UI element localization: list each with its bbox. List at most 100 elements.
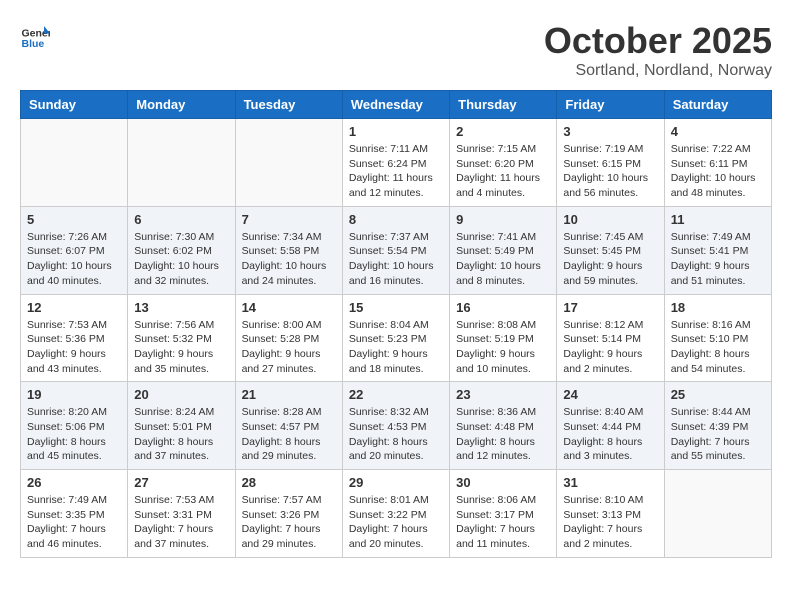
day-detail: Sunrise: 8:28 AM Sunset: 4:57 PM Dayligh… [242,405,336,464]
day-number: 21 [242,387,336,402]
logo-icon: General Blue [20,20,50,50]
day-number: 27 [134,475,228,490]
day-number: 7 [242,212,336,227]
calendar-day: 29 Sunrise: 8:01 AM Sunset: 3:22 PM Dayli… [342,470,449,558]
day-detail: Sunrise: 7:49 AM Sunset: 5:41 PM Dayligh… [671,230,765,289]
weekday-header-sunday: Sunday [21,91,128,119]
day-detail: Sunrise: 7:30 AM Sunset: 6:02 PM Dayligh… [134,230,228,289]
calendar-week-row: 26Sunrise: 7:49 AM Sunset: 3:35 PM Dayli… [21,470,772,558]
day-number: 16 [456,300,550,315]
calendar-day: 10Sunrise: 7:45 AM Sunset: 5:45 PM Dayli… [557,206,664,294]
day-detail: Sunrise: 8:32 AM Sunset: 4:53 PM Dayligh… [349,405,443,464]
day-number: 12 [27,300,121,315]
day-detail: Sunrise: 8:06 AM Sunset: 3:17 PM Dayligh… [456,493,550,552]
day-detail: Sunrise: 7:56 AM Sunset: 5:32 PM Dayligh… [134,318,228,377]
day-detail: Sunrise: 8:12 AM Sunset: 5:14 PM Dayligh… [563,318,657,377]
day-detail: Sunrise: 7:53 AM Sunset: 5:36 PM Dayligh… [27,318,121,377]
calendar-day: 9 Sunrise: 7:41 AM Sunset: 5:49 PM Daylig… [450,206,557,294]
logo: General Blue [20,20,50,50]
day-number: 2 [456,124,550,139]
weekday-header-wednesday: Wednesday [342,91,449,119]
calendar-day: 22 Sunrise: 8:32 AM Sunset: 4:53 PM Dayli… [342,382,449,470]
day-number: 10 [563,212,657,227]
calendar-day: 8 Sunrise: 7:37 AM Sunset: 5:54 PM Daylig… [342,206,449,294]
calendar-day: 16 Sunrise: 8:08 AM Sunset: 5:19 PM Dayli… [450,294,557,382]
day-detail: Sunrise: 7:19 AM Sunset: 6:15 PM Dayligh… [563,142,657,201]
calendar-day: 3 Sunrise: 7:19 AM Sunset: 6:15 PM Daylig… [557,119,664,207]
day-detail: Sunrise: 8:08 AM Sunset: 5:19 PM Dayligh… [456,318,550,377]
day-detail: Sunrise: 7:57 AM Sunset: 3:26 PM Dayligh… [242,493,336,552]
page-header: General Blue October 2025 Sortland, Nord… [20,20,772,80]
weekday-header-saturday: Saturday [664,91,771,119]
day-number: 8 [349,212,443,227]
calendar-week-row: 1 Sunrise: 7:11 AM Sunset: 6:24 PM Daylig… [21,119,772,207]
title-area: October 2025 Sortland, Nordland, Norway [544,20,772,80]
calendar-day: 4 Sunrise: 7:22 AM Sunset: 6:11 PM Daylig… [664,119,771,207]
calendar-day: 24Sunrise: 8:40 AM Sunset: 4:44 PM Dayli… [557,382,664,470]
day-number: 23 [456,387,550,402]
day-detail: Sunrise: 8:20 AM Sunset: 5:06 PM Dayligh… [27,405,121,464]
day-detail: Sunrise: 7:22 AM Sunset: 6:11 PM Dayligh… [671,142,765,201]
day-detail: Sunrise: 8:10 AM Sunset: 3:13 PM Dayligh… [563,493,657,552]
empty-cell [128,119,235,207]
day-number: 14 [242,300,336,315]
day-detail: Sunrise: 8:44 AM Sunset: 4:39 PM Dayligh… [671,405,765,464]
day-detail: Sunrise: 7:49 AM Sunset: 3:35 PM Dayligh… [27,493,121,552]
calendar-week-row: 19 Sunrise: 8:20 AM Sunset: 5:06 PM Dayli… [21,382,772,470]
calendar-day: 15 Sunrise: 8:04 AM Sunset: 5:23 PM Dayli… [342,294,449,382]
calendar-day: 13Sunrise: 7:56 AM Sunset: 5:32 PM Dayli… [128,294,235,382]
day-number: 6 [134,212,228,227]
weekday-header-monday: Monday [128,91,235,119]
empty-cell [21,119,128,207]
day-number: 29 [349,475,443,490]
calendar-week-row: 12 Sunrise: 7:53 AM Sunset: 5:36 PM Dayli… [21,294,772,382]
day-detail: Sunrise: 7:11 AM Sunset: 6:24 PM Dayligh… [349,142,443,201]
day-number: 3 [563,124,657,139]
day-number: 22 [349,387,443,402]
calendar-day: 7Sunrise: 7:34 AM Sunset: 5:58 PM Daylig… [235,206,342,294]
day-detail: Sunrise: 7:53 AM Sunset: 3:31 PM Dayligh… [134,493,228,552]
calendar-day: 23Sunrise: 8:36 AM Sunset: 4:48 PM Dayli… [450,382,557,470]
calendar-header-row: SundayMondayTuesdayWednesdayThursdayFrid… [21,91,772,119]
month-title: October 2025 [544,20,772,62]
calendar-day: 20 Sunrise: 8:24 AM Sunset: 5:01 PM Dayli… [128,382,235,470]
calendar-day: 17Sunrise: 8:12 AM Sunset: 5:14 PM Dayli… [557,294,664,382]
day-number: 18 [671,300,765,315]
day-detail: Sunrise: 8:24 AM Sunset: 5:01 PM Dayligh… [134,405,228,464]
day-detail: Sunrise: 7:15 AM Sunset: 6:20 PM Dayligh… [456,142,550,201]
calendar-day: 12 Sunrise: 7:53 AM Sunset: 5:36 PM Dayli… [21,294,128,382]
weekday-header-friday: Friday [557,91,664,119]
calendar-day: 31 Sunrise: 8:10 AM Sunset: 3:13 PM Dayli… [557,470,664,558]
day-detail: Sunrise: 7:41 AM Sunset: 5:49 PM Dayligh… [456,230,550,289]
calendar-day: 21 Sunrise: 8:28 AM Sunset: 4:57 PM Dayli… [235,382,342,470]
day-detail: Sunrise: 7:26 AM Sunset: 6:07 PM Dayligh… [27,230,121,289]
day-number: 1 [349,124,443,139]
calendar-day: 1 Sunrise: 7:11 AM Sunset: 6:24 PM Daylig… [342,119,449,207]
day-detail: Sunrise: 8:16 AM Sunset: 5:10 PM Dayligh… [671,318,765,377]
day-number: 5 [27,212,121,227]
calendar-day: 5 Sunrise: 7:26 AM Sunset: 6:07 PM Daylig… [21,206,128,294]
day-number: 20 [134,387,228,402]
day-number: 15 [349,300,443,315]
day-number: 31 [563,475,657,490]
day-detail: Sunrise: 8:04 AM Sunset: 5:23 PM Dayligh… [349,318,443,377]
day-number: 25 [671,387,765,402]
day-number: 9 [456,212,550,227]
day-detail: Sunrise: 8:01 AM Sunset: 3:22 PM Dayligh… [349,493,443,552]
day-detail: Sunrise: 8:00 AM Sunset: 5:28 PM Dayligh… [242,318,336,377]
calendar-week-row: 5 Sunrise: 7:26 AM Sunset: 6:07 PM Daylig… [21,206,772,294]
day-number: 4 [671,124,765,139]
empty-cell [664,470,771,558]
day-number: 19 [27,387,121,402]
calendar-day: 14 Sunrise: 8:00 AM Sunset: 5:28 PM Dayli… [235,294,342,382]
day-number: 24 [563,387,657,402]
calendar-day: 6 Sunrise: 7:30 AM Sunset: 6:02 PM Daylig… [128,206,235,294]
calendar-day: 25 Sunrise: 8:44 AM Sunset: 4:39 PM Dayli… [664,382,771,470]
calendar-day: 11Sunrise: 7:49 AM Sunset: 5:41 PM Dayli… [664,206,771,294]
day-detail: Sunrise: 7:37 AM Sunset: 5:54 PM Dayligh… [349,230,443,289]
svg-text:Blue: Blue [22,38,45,50]
calendar-day: 18 Sunrise: 8:16 AM Sunset: 5:10 PM Dayli… [664,294,771,382]
calendar-day: 19 Sunrise: 8:20 AM Sunset: 5:06 PM Dayli… [21,382,128,470]
calendar-day: 26Sunrise: 7:49 AM Sunset: 3:35 PM Dayli… [21,470,128,558]
weekday-header-tuesday: Tuesday [235,91,342,119]
